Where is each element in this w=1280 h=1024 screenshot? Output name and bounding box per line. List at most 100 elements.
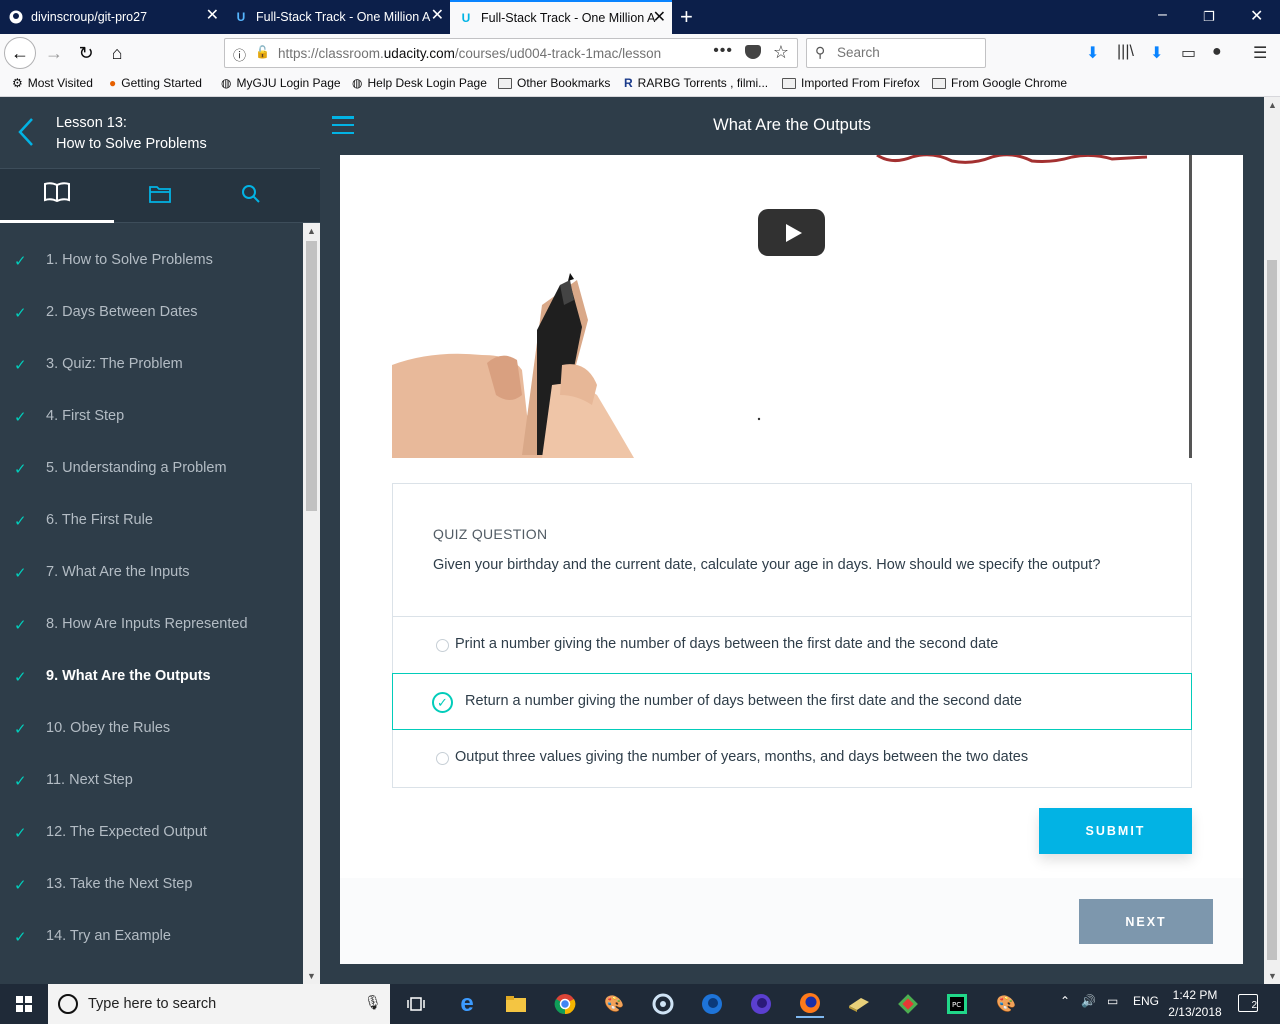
close-tab-icon[interactable]: ✕ [431,8,444,24]
checkmark-icon: ✓ [14,357,27,374]
sidebar-concept-item[interactable]: ✓ 9. What Are the Outputs [0,652,303,704]
sidebar-concept-item[interactable]: ✓ 2. Days Between Dates [0,288,303,340]
clock-date: 2/13/2018 [1168,1005,1222,1019]
address-bar[interactable]: ⓘ 🔓 https://classroom.udacity.com/course… [224,38,798,68]
edge-icon[interactable]: e [453,990,481,1018]
checkmark-circle-icon[interactable]: ✓ [432,692,453,713]
next-button[interactable]: NEXT [1079,899,1213,944]
sidebar-concept-item[interactable]: ✓ 14. Try an Example [0,912,303,964]
quiz-option-2[interactable]: ✓ Return a number giving the number of d… [392,673,1192,730]
insecure-lock-icon[interactable]: 🔓 [255,45,270,59]
tab-concepts[interactable] [0,169,114,223]
hamburger-menu-icon[interactable]: ☰ [1253,43,1267,63]
microphone-icon[interactable]: 🎙 [364,994,382,1011]
chrome-icon[interactable] [551,990,579,1018]
browser-tab-bar: divinscroup/git-pro27 ✕ U Full-Stack Tra… [0,0,1280,34]
git-icon[interactable] [894,990,922,1018]
task-view-icon[interactable] [402,990,430,1018]
scrollbar-thumb[interactable] [1267,260,1277,960]
quiz-option-3[interactable]: Output three values giving the number of… [393,730,1193,787]
sidebar-concept-item[interactable]: ✓ 12. The Expected Output [0,808,303,860]
bookmark-getting-started[interactable]: ● Getting Started [109,76,202,90]
radio-button[interactable] [436,752,449,765]
sidebar-scrollbar[interactable]: ▲ ▼ [303,223,320,984]
app-icon[interactable] [845,990,873,1018]
close-window-icon[interactable]: ✕ [1250,6,1263,26]
page-actions-icon[interactable]: ••• [713,42,733,60]
search-box[interactable]: ⚲ [806,38,986,68]
radio-button[interactable] [436,639,449,652]
file-explorer-icon[interactable] [502,990,530,1018]
sidebar-concept-item[interactable]: ✓ 4. First Step [0,392,303,444]
sidebar-toggle-icon[interactable]: ▭ [1181,43,1196,63]
pycharm-icon[interactable]: PC [943,990,971,1018]
taskbar-search[interactable]: Type here to search 🎙 [48,984,390,1024]
home-button[interactable]: ⌂ [103,39,131,67]
restore-icon[interactable]: ❐ [1203,9,1215,25]
bookmark-star-icon[interactable]: ☆ [773,42,789,63]
sidebar-concept-item[interactable]: ✓ 10. Obey the Rules [0,704,303,756]
extension-icon[interactable]: ● [1212,43,1222,61]
scroll-up-icon[interactable]: ▲ [1268,100,1277,110]
sidebar-concept-item[interactable]: ✓ 1. How to Solve Problems [0,236,303,288]
scroll-up-icon[interactable]: ▲ [307,226,316,236]
bookmark-imported-firefox[interactable]: Imported From Firefox [782,76,920,90]
library-icon[interactable]: |||\ [1117,43,1134,61]
lesson-title: How to Solve Problems [56,136,207,152]
checkmark-icon: ✓ [14,409,27,426]
video-player[interactable] [392,155,1192,458]
firefox-icon[interactable] [796,990,824,1018]
sidebar-concept-item[interactable]: ✓ 8. How Are Inputs Represented [0,600,303,652]
back-button[interactable]: ← [4,37,36,69]
submit-button[interactable]: SUBMIT [1039,808,1192,854]
quiz-option-1[interactable]: Print a number giving the number of days… [393,617,1193,674]
minimize-icon[interactable]: – [1158,6,1167,24]
scrollbar-thumb[interactable] [306,241,317,511]
download-arrow-icon[interactable]: ⬇ [1150,43,1163,63]
info-icon[interactable]: ⓘ [233,45,246,64]
bookmark-other[interactable]: Other Bookmarks [498,76,610,90]
firefox-nightly-icon[interactable] [747,990,775,1018]
chevron-up-icon[interactable]: ⌃ [1060,994,1070,1008]
notifications-icon[interactable]: 2 [1238,994,1258,1012]
scroll-down-icon[interactable]: ▼ [307,971,316,981]
page-scrollbar[interactable]: ▲ ▼ [1264,97,1280,984]
volume-icon[interactable]: 🔊 [1081,994,1096,1008]
sidebar-concept-item[interactable]: ✓ 7. What Are the Inputs [0,548,303,600]
language-indicator[interactable]: ENG [1133,994,1159,1008]
pocket-icon[interactable] [745,45,761,59]
search-input[interactable] [837,45,977,60]
scroll-down-icon[interactable]: ▼ [1268,971,1277,981]
browser-tab-udacity[interactable]: U Full-Stack Track - One Million A ✕ [225,0,450,34]
close-tab-icon[interactable]: ✕ [653,10,666,26]
browser-tab-github[interactable]: divinscroup/git-pro27 ✕ [0,0,225,34]
sidebar-concept-item[interactable]: ✓ 13. Take the Next Step [0,860,303,912]
firefox-developer-icon[interactable] [698,990,726,1018]
downloads-icon[interactable]: ⬇ [1086,43,1099,63]
paint-icon[interactable]: 🎨 [600,990,628,1018]
bookmark-rarbg[interactable]: R RARBG Torrents , filmi... [624,76,768,90]
reload-button[interactable]: ↻ [72,39,100,67]
new-tab-icon[interactable]: + [680,4,693,30]
browser-tab-udacity-active[interactable]: U Full-Stack Track - One Million A ✕ [450,0,672,34]
play-button[interactable] [758,209,825,256]
bookmark-mygju[interactable]: ◍ MyGJU Login Page [221,76,341,90]
paint-palette-icon[interactable]: 🎨 [992,990,1020,1018]
sidebar-concept-item[interactable]: ✓ 6. The First Rule [0,496,303,548]
tab-search[interactable] [194,169,308,223]
sidebar-concept-item[interactable]: ✓ 11. Next Step [0,756,303,808]
sidebar-concept-item[interactable]: ✓ 5. Understanding a Problem [0,444,303,496]
page-title: What Are the Outputs [713,116,871,134]
forward-button[interactable]: → [40,39,68,67]
settings-app-icon[interactable] [649,990,677,1018]
url-text[interactable]: https://classroom.udacity.com/courses/ud… [278,46,688,61]
bookmark-google-chrome[interactable]: From Google Chrome [932,76,1067,90]
clock[interactable]: 1:42 PM 2/13/2018 [1162,987,1228,1021]
start-button[interactable] [0,984,48,1024]
close-tab-icon[interactable]: ✕ [206,8,219,24]
bookmark-most-visited[interactable]: ⚙ Most Visited [12,76,93,90]
network-icon[interactable]: ▭ [1107,994,1118,1008]
sidebar-concept-item[interactable]: ✓ 3. Quiz: The Problem [0,340,303,392]
bookmark-help-desk[interactable]: ◍ Help Desk Login Page [352,76,487,90]
chevron-left-icon[interactable] [18,117,34,153]
